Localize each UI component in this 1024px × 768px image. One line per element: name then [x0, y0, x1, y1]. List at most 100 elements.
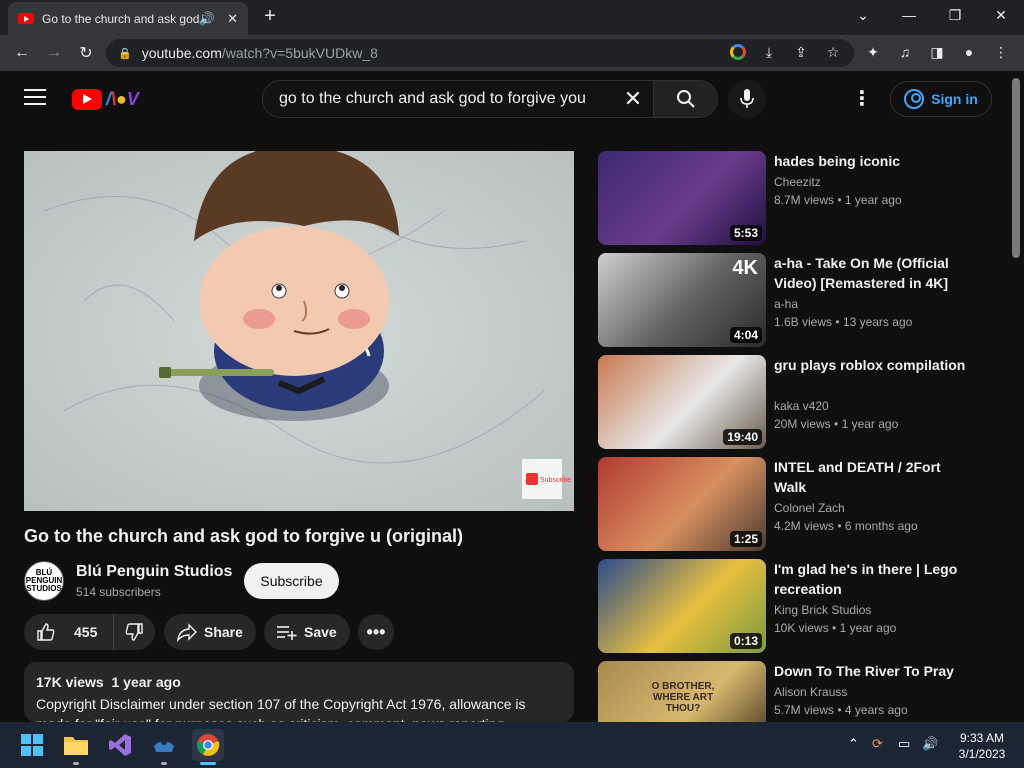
windows-taskbar: ⌃ ⟳ ▭ 🔊 9:33 AM 3/1/2023 — [0, 722, 1024, 768]
start-button[interactable] — [16, 729, 48, 761]
subscribe-button[interactable]: Subscribe — [244, 563, 339, 599]
recommended-video[interactable]: 4K 4:04 a-ha - Take On Me (Official Video)… — [598, 253, 998, 348]
channel-name[interactable]: Blú Penguin Studios — [76, 563, 232, 581]
network-icon[interactable]: ▭ — [898, 736, 910, 752]
recommended-video[interactable]: 1:25 INTEL and DEATH / 2Fort Walk Colonel … — [598, 457, 998, 552]
recommended-meta: 1.6B views • 13 years ago — [774, 315, 913, 329]
video-player[interactable]: Subscribe — [24, 151, 574, 511]
chrome-icon — [196, 734, 220, 756]
sync-icon[interactable]: ⟳ — [872, 736, 883, 752]
youtube-play-icon — [72, 88, 102, 110]
recommended-video[interactable]: 0:13 I'm glad he's in there | Lego recrea… — [598, 559, 998, 654]
audio-playing-icon[interactable]: 🔊 — [199, 11, 215, 27]
recommended-title[interactable]: hades being iconic — [774, 151, 974, 171]
recommended-title[interactable]: a-ha - Take On Me (Official Video) [Rema… — [774, 253, 974, 293]
recommended-age: 6 months ago — [844, 519, 918, 533]
close-window-button[interactable]: ✕ — [978, 0, 1024, 30]
like-button[interactable]: 455 — [24, 614, 114, 650]
watermark-text: Subscribe — [540, 477, 571, 484]
show-hidden-icons[interactable]: ⌃ — [848, 736, 859, 752]
media-control-icon[interactable]: ♫ — [894, 41, 916, 63]
recommended-channel[interactable]: Alison Krauss — [774, 685, 847, 699]
page-scrollbar[interactable] — [1012, 78, 1020, 258]
thumbs-up-icon — [37, 623, 55, 641]
app-button[interactable] — [148, 729, 180, 761]
video-title: Go to the church and ask god to forgive … — [24, 526, 464, 546]
visual-studio-icon — [109, 734, 131, 756]
recommended-channel[interactable]: Colonel Zach — [774, 501, 845, 515]
search-icon — [676, 90, 695, 108]
save-button[interactable]: Save — [264, 614, 350, 650]
extensions-icon[interactable]: ✦ — [862, 41, 884, 63]
new-tab-button[interactable]: + — [260, 6, 280, 26]
recommended-channel[interactable]: King Brick Studios — [774, 603, 871, 617]
visual-studio-button[interactable] — [104, 729, 136, 761]
share-label: Share — [204, 624, 243, 640]
recommended-video[interactable]: 19:40 gru plays roblox compilation kaka v4… — [598, 355, 998, 450]
side-panel-icon[interactable]: ◨ — [926, 41, 948, 63]
logo-doodle: / \ ● V — [106, 88, 139, 109]
add-to-playlist-icon — [277, 626, 297, 640]
active-indicator — [200, 762, 216, 765]
sign-in-label: Sign in — [931, 91, 978, 107]
video-thumbnail[interactable]: 0:13 — [598, 559, 766, 653]
search-input[interactable]: go to the church and ask god to forgive … — [263, 90, 613, 108]
search-box: go to the church and ask god to forgive … — [262, 80, 718, 118]
recommended-meta: 5.7M views • 4 years ago — [774, 703, 908, 717]
share-button[interactable]: Share — [164, 614, 256, 650]
recommended-views: 8.7M views — [774, 193, 835, 207]
recommended-age: 4 years ago — [844, 703, 908, 717]
recommended-title[interactable]: gru plays roblox compilation — [774, 355, 974, 375]
recommended-channel[interactable]: a-ha — [774, 297, 798, 311]
taskbar-clock[interactable]: 9:33 AM 3/1/2023 — [952, 730, 1012, 762]
thumbs-down-icon — [125, 623, 143, 641]
chrome-button[interactable] — [192, 729, 224, 761]
profile-icon[interactable]: ● — [958, 41, 980, 63]
recommended-title[interactable]: I'm glad he's in there | Lego recreation — [774, 559, 974, 599]
voice-search-button[interactable] — [728, 80, 766, 118]
bookmark-star-icon[interactable]: ☆ — [822, 41, 844, 63]
thumbnail-text: O BROTHER, WHERE ART THOU? — [651, 681, 715, 714]
recommended-age: 1 year ago — [844, 193, 902, 207]
url-host: youtube.com — [141, 45, 222, 61]
share-page-icon[interactable]: ⇪ — [790, 41, 812, 63]
video-duration: 4:04 — [729, 327, 762, 343]
recommended-channel[interactable]: kaka v420 — [774, 399, 829, 413]
description-box[interactable]: 17K views 1 year ago Copyright Disclaime… — [24, 662, 574, 722]
menu-icon[interactable] — [24, 89, 46, 109]
back-button[interactable]: ← — [8, 39, 36, 67]
settings-menu-icon[interactable]: ⋮ — [850, 87, 874, 111]
video-thumbnail[interactable]: 5:53 — [598, 151, 766, 245]
restore-button[interactable]: ❐ — [932, 0, 978, 30]
close-tab-icon[interactable]: ✕ — [227, 11, 238, 27]
recommended-title[interactable]: INTEL and DEATH / 2Fort Walk — [774, 457, 974, 497]
recommended-video[interactable]: 5:53 hades being iconic Cheezitz 8.7M views… — [598, 151, 998, 246]
recommended-title[interactable]: Down To The River To Pray — [774, 661, 974, 681]
browser-menu-icon[interactable]: ⋮ — [990, 41, 1012, 63]
video-thumbnail[interactable]: 1:25 — [598, 457, 766, 551]
install-app-icon[interactable]: ⤓ — [758, 41, 780, 63]
volume-icon[interactable]: 🔊 — [922, 736, 938, 752]
forward-button[interactable]: → — [40, 39, 68, 67]
folder-icon — [64, 737, 88, 755]
youtube-logo[interactable]: / \ ● V — [72, 88, 139, 110]
channel-avatar-text: BLÚ PENGUIN STUDIOS — [25, 568, 63, 593]
recommended-channel[interactable]: Cheezitz — [774, 175, 821, 189]
reload-button[interactable]: ↻ — [72, 39, 100, 67]
file-explorer-button[interactable] — [60, 729, 92, 761]
recommended-meta: 4.2M views • 6 months ago — [774, 519, 918, 533]
google-lens-icon[interactable] — [727, 41, 749, 63]
search-button[interactable] — [653, 81, 717, 117]
channel-avatar[interactable]: BLÚ PENGUIN STUDIOS — [24, 561, 64, 601]
browser-tab[interactable]: Go to the church and ask god to forgive … — [8, 2, 248, 35]
sign-in-button[interactable]: Sign in — [890, 81, 992, 117]
recommended-views: 20M views — [774, 417, 831, 431]
video-thumbnail[interactable]: 19:40 — [598, 355, 766, 449]
minimize-button[interactable]: — — [886, 0, 932, 30]
windows-logo-icon — [21, 734, 43, 756]
clear-search-icon[interactable]: ✕ — [613, 86, 653, 112]
video-thumbnail[interactable]: 4K 4:04 — [598, 253, 766, 347]
more-actions-button[interactable]: ••• — [358, 614, 394, 650]
dislike-button[interactable] — [114, 614, 154, 650]
tab-search-icon[interactable]: ⌄ — [840, 0, 886, 30]
